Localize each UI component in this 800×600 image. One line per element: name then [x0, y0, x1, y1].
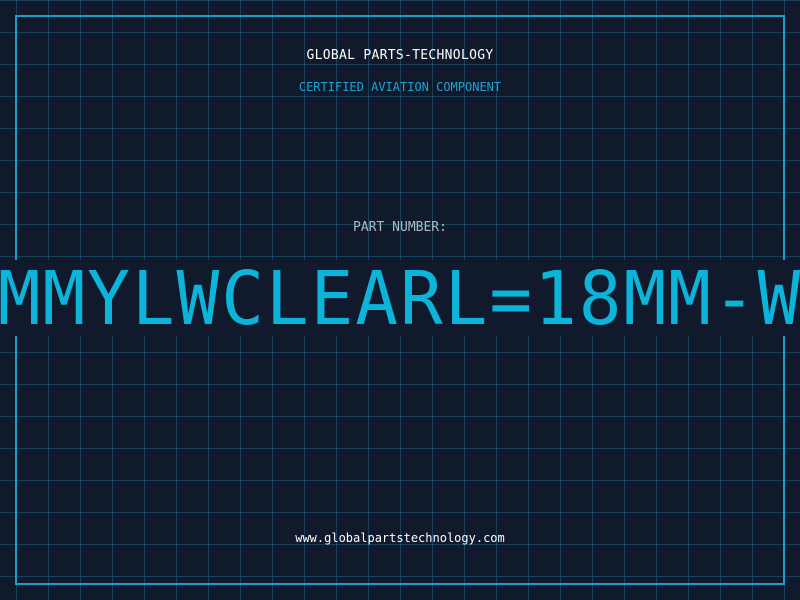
certification-subtitle: CERTIFIED AVIATION COMPONENT: [298, 80, 502, 94]
part-number-label: PART NUMBER:: [353, 220, 447, 235]
part-number-band: MMYLWCLEARL=18MM-W: [0, 260, 800, 336]
part-number-value: MMYLWCLEARL=18MM-W: [0, 260, 800, 336]
website-url: www.globalpartstechnology.com: [295, 531, 505, 545]
company-name: GLOBAL PARTS-TECHNOLOGY: [306, 48, 494, 63]
label-card: GLOBAL PARTS-TECHNOLOGY CERTIFIED AVIATI…: [0, 0, 800, 600]
